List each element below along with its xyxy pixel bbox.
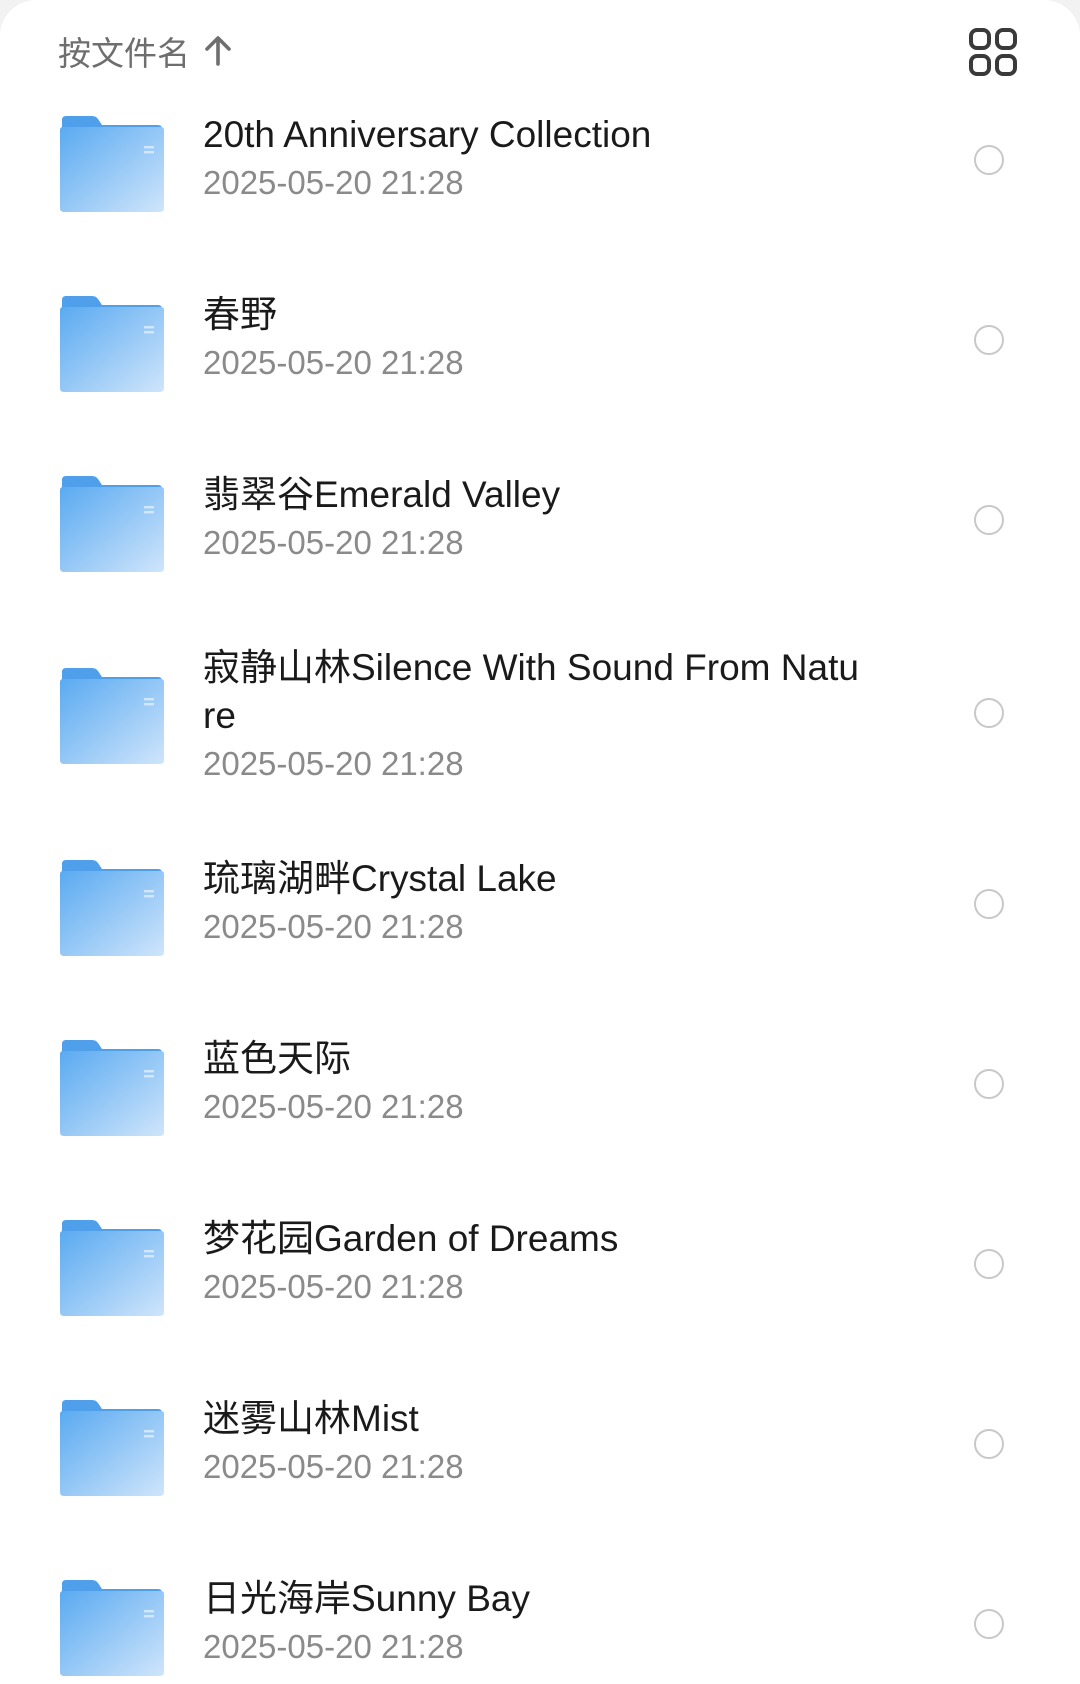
folder-name: 琉璃湖畔Crystal Lake <box>203 858 557 899</box>
folder-text: 蓝色天际 2025-05-20 21:28 <box>203 1035 863 1129</box>
folder-icon <box>60 476 164 572</box>
folder-name: 梦花园Garden of Dreams <box>203 1218 619 1259</box>
select-radio-button[interactable] <box>974 325 1004 355</box>
folder-date: 2025-05-20 21:28 <box>203 1088 464 1125</box>
sort-label: 按文件名 <box>58 35 190 72</box>
folder-text: 梦花园Garden of Dreams 2025-05-20 21:28 <box>203 1215 863 1309</box>
folder-icon <box>60 860 164 956</box>
folder-text: 春野 2025-05-20 21:28 <box>203 291 863 385</box>
arrow-up-icon <box>204 35 232 67</box>
folder-name: 20th Anniversary Collection <box>203 114 652 155</box>
folder-date: 2025-05-20 21:28 <box>203 164 464 201</box>
folder-text: 寂静山林Silence With Sound From Nature 2025-0… <box>203 644 863 786</box>
folder-name: 日光海岸Sunny Bay <box>203 1578 530 1619</box>
select-radio-button[interactable] <box>974 1429 1004 1459</box>
folder-text: 琉璃湖畔Crystal Lake 2025-05-20 21:28 <box>203 855 863 949</box>
folder-date: 2025-05-20 21:28 <box>203 1448 464 1485</box>
select-radio-button[interactable] <box>974 1249 1004 1279</box>
folder-name: 蓝色天际 <box>203 1038 351 1079</box>
folder-text: 翡翠谷Emerald Valley 2025-05-20 21:28 <box>203 471 863 565</box>
folder-name: 春野 <box>203 294 277 335</box>
folder-name: 翡翠谷Emerald Valley <box>203 474 561 515</box>
folder-date: 2025-05-20 21:28 <box>203 1628 464 1665</box>
select-radio-button[interactable] <box>974 698 1004 728</box>
folder-name: 寂静山林Silence With Sound From Nature <box>203 647 859 736</box>
folder-date: 2025-05-20 21:28 <box>203 524 464 561</box>
folder-date: 2025-05-20 21:28 <box>203 745 464 782</box>
folder-icon <box>60 1580 164 1676</box>
file-list-sheet: 按文件名 20th Anniversary Collection 2025-05-… <box>0 0 1080 1684</box>
folder-icon <box>60 1220 164 1316</box>
folder-date: 2025-05-20 21:28 <box>203 344 464 381</box>
select-radio-button[interactable] <box>974 889 1004 919</box>
select-radio-button[interactable] <box>974 145 1004 175</box>
folder-text: 迷雾山林Mist 2025-05-20 21:28 <box>203 1395 863 1489</box>
grid-view-icon[interactable] <box>968 27 1018 77</box>
folder-text: 20th Anniversary Collection 2025-05-20 21… <box>203 111 863 205</box>
folder-date: 2025-05-20 21:28 <box>203 1268 464 1305</box>
folder-text: 日光海岸Sunny Bay 2025-05-20 21:28 <box>203 1575 863 1669</box>
select-radio-button[interactable] <box>974 1069 1004 1099</box>
sort-by-name-button[interactable]: 按文件名 <box>58 26 232 76</box>
select-radio-button[interactable] <box>974 1609 1004 1639</box>
folder-icon <box>60 668 164 764</box>
folder-icon <box>60 296 164 392</box>
folder-icon <box>60 116 164 212</box>
folder-icon <box>60 1400 164 1496</box>
folder-name: 迷雾山林Mist <box>203 1398 419 1439</box>
folder-icon <box>60 1040 164 1136</box>
select-radio-button[interactable] <box>974 505 1004 535</box>
folder-date: 2025-05-20 21:28 <box>203 908 464 945</box>
